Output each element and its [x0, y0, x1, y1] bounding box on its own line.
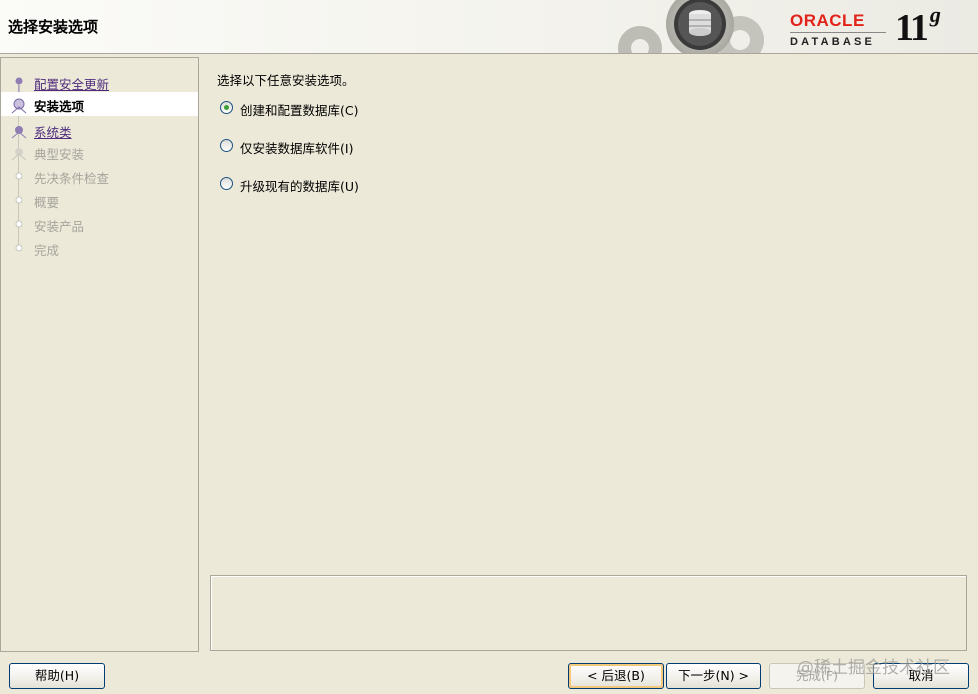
page-title: 选择安装选项: [8, 18, 99, 36]
nav-item-label: 系统类: [34, 125, 72, 140]
version-mark: 11 g: [895, 2, 941, 50]
help-button[interactable]: 帮助(H): [9, 663, 105, 689]
nav-item-prereq-checks: 先决条件检查: [1, 164, 198, 188]
nav-item-label: 安装选项: [34, 99, 85, 114]
message-panel: [210, 575, 967, 651]
header-banner: 选择安装选项 ORACLE DATABASE 11 g: [0, 0, 978, 54]
nav-item-install-options[interactable]: 安装选项: [1, 92, 198, 116]
nav-item-install-product: 安装产品: [1, 212, 198, 236]
radio-button[interactable]: [220, 139, 233, 152]
main-content: 选择以下任意安装选项。 创建和配置数据库(C) 仅安装数据库软件(I) 升级现有…: [205, 57, 978, 572]
nav-item-label: 典型安装: [34, 147, 85, 162]
nav-item-system-class[interactable]: 系统类: [1, 118, 198, 142]
nav-item-security-updates[interactable]: 配置安全更新: [1, 70, 198, 94]
step-done-icon: [15, 77, 23, 92]
logo-divider: [790, 32, 886, 33]
radio-button[interactable]: [220, 177, 233, 190]
step-pending-icon: [15, 220, 23, 228]
step-pending-icon: [15, 196, 23, 204]
step-pending-icon: [11, 148, 27, 161]
nav-item-finish: 完成: [1, 236, 198, 260]
nav-item-label: 先决条件检查: [34, 171, 110, 186]
step-current-icon: [11, 98, 27, 114]
nav-item-label: 配置安全更新: [34, 77, 110, 92]
back-button[interactable]: < 后退(B): [568, 663, 664, 689]
instruction-text: 选择以下任意安装选项。: [217, 73, 355, 88]
option-label: 仅安装数据库软件(I): [240, 141, 354, 156]
watermark-text: @稀土掘金技术社区: [797, 658, 950, 678]
nav-item-label: 概要: [34, 195, 60, 210]
option-label: 创建和配置数据库(C): [240, 103, 359, 118]
gears-logo-icon: [618, 0, 764, 53]
step-pending-icon: [15, 244, 23, 252]
version-suffix: g: [929, 2, 941, 28]
nav-item-label: 安装产品: [34, 219, 85, 234]
nav-item-typical-install: 典型安装: [1, 140, 198, 164]
step-navigation: 配置安全更新 安装选项 系统类 典型安装 先决条件检查 概要 安装产品 完成: [0, 57, 199, 652]
option-label: 升级现有的数据库(U): [240, 179, 359, 194]
next-button[interactable]: 下一步(N) >: [666, 663, 761, 689]
nav-item-summary: 概要: [1, 188, 198, 212]
step-pending-icon: [15, 172, 23, 180]
database-wordmark: DATABASE: [790, 36, 876, 48]
oracle-wordmark: ORACLE: [790, 11, 865, 30]
nav-item-label: 完成: [34, 243, 60, 258]
radio-button-selected[interactable]: [220, 101, 233, 114]
step-link-icon: [11, 126, 27, 139]
oracle-logo: ORACLE DATABASE: [790, 11, 890, 51]
version-number: 11: [895, 7, 929, 49]
